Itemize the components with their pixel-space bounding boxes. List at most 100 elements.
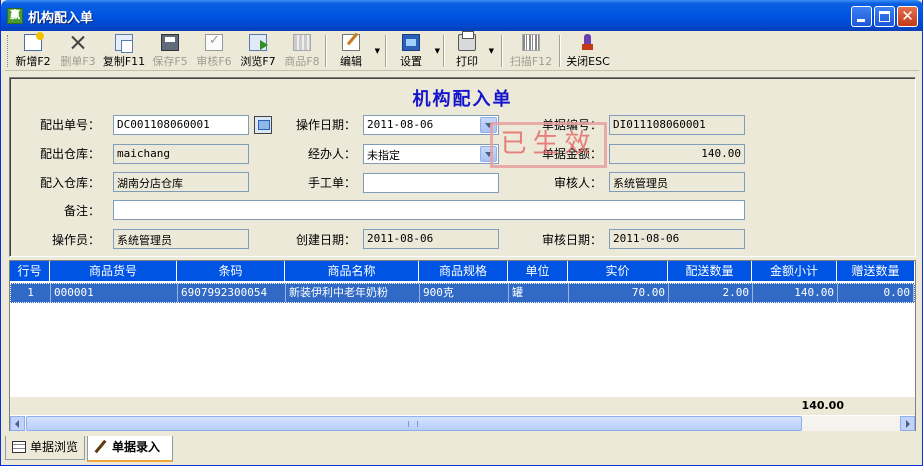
col-header-spec[interactable]: 商品规格	[419, 261, 508, 281]
audit-button[interactable]: 审核F6	[193, 33, 235, 69]
copy-button[interactable]: 复制F11	[101, 33, 147, 69]
col-header-barcode[interactable]: 条码	[177, 261, 285, 281]
bottom-tabs: 单据浏览 单据录入	[5, 436, 919, 462]
title-bar[interactable]: 赢 机构配入单 ✕	[1, 0, 923, 31]
browse-button[interactable]: 浏览F7	[237, 33, 279, 69]
tab-doc-browse-label: 单据浏览	[30, 440, 79, 454]
op-date-value: 2011-08-06	[367, 118, 434, 131]
table-icon	[12, 441, 26, 453]
tab-doc-entry[interactable]: 单据录入	[87, 436, 173, 462]
auditor-label: 审核人：	[553, 176, 602, 190]
tab-doc-browse[interactable]: 单据浏览	[5, 436, 85, 460]
save-button[interactable]: 保存F5	[149, 33, 191, 69]
toolbar-separator	[443, 35, 445, 67]
print-label: 打印	[456, 55, 478, 68]
horizontal-scrollbar[interactable]	[10, 416, 915, 431]
op-date-label: 操作日期：	[295, 118, 356, 132]
edit-button[interactable]: 编辑 ▼	[331, 33, 380, 69]
op-date-field[interactable]: 2011-08-06	[363, 115, 499, 135]
form-panel: 机构配入单 配出单号： DC001108060001 操作日期： 2011-08…	[9, 77, 916, 257]
print-icon	[458, 31, 476, 51]
col-header-price[interactable]: 实价	[568, 261, 668, 281]
print-button[interactable]: 打印 ▼	[449, 31, 494, 69]
audit-icon	[205, 33, 223, 51]
cell-subtotal: 140.00	[753, 284, 838, 302]
scroll-right-icon[interactable]	[900, 416, 915, 431]
toolbar-separator	[325, 35, 327, 67]
save-icon	[161, 34, 179, 51]
handler-value: 未指定	[367, 149, 400, 162]
cell-barcode: 6907992300054	[178, 284, 286, 302]
table-row[interactable]: 1 000001 6907992300054 新装伊利中老年奶粉 900克 罐 …	[10, 283, 915, 303]
grid-header: 行号 商品货号 条码 商品名称 商品规格 单位 实价 配送数量 金额小计 赠送数…	[10, 261, 915, 281]
manual-no-field[interactable]	[363, 173, 499, 193]
audit-date-field: 2011-08-06	[609, 229, 745, 249]
total-amount: 140.00	[801, 399, 844, 412]
operator-label: 操作员：	[51, 233, 100, 247]
scroll-left-icon[interactable]	[10, 416, 25, 431]
new-label: 新增F2	[15, 55, 51, 68]
audit-date-label: 审核日期：	[541, 233, 602, 247]
create-date-label: 创建日期：	[295, 233, 356, 247]
pick-order-button[interactable]	[254, 116, 272, 134]
settings-button[interactable]: 设置 ▼	[391, 33, 440, 69]
out-wh-field: maichang	[113, 144, 249, 164]
in-wh-label: 配入仓库：	[39, 176, 100, 190]
effective-stamp: 已生效	[490, 122, 607, 168]
pen-icon	[94, 441, 108, 453]
maximize-button[interactable]	[874, 6, 895, 27]
settings-icon	[402, 34, 420, 51]
col-header-subtotal[interactable]: 金额小计	[752, 261, 837, 281]
copy-icon	[115, 34, 133, 53]
new-button[interactable]: 新增F2	[13, 32, 53, 69]
edit-icon	[342, 34, 360, 51]
in-wh-field: 湖南分店仓库	[113, 172, 249, 192]
items-grid: 行号 商品货号 条码 商品名称 商品规格 单位 实价 配送数量 金额小计 赠送数…	[9, 260, 916, 431]
close-window-button[interactable]: ✕	[897, 6, 918, 27]
edit-dropdown-arrow-icon[interactable]: ▼	[375, 47, 380, 55]
scan-label: 扫描F12	[509, 55, 553, 68]
browse-icon	[249, 34, 268, 51]
cell-line-no: 1	[11, 284, 51, 302]
cell-item-code: 000001	[51, 284, 178, 302]
close-button[interactable]: 关闭ESC	[565, 33, 611, 69]
print-dropdown-arrow-icon[interactable]: ▼	[489, 47, 494, 55]
cell-spec: 900克	[420, 284, 509, 302]
toolbar-separator	[559, 35, 561, 67]
remark-field[interactable]	[113, 200, 745, 220]
tab-doc-entry-label: 单据录入	[112, 440, 161, 454]
col-header-line-no[interactable]: 行号	[10, 261, 50, 281]
scroll-thumb[interactable]	[26, 416, 802, 431]
toolbar: 新增F2 删单F3 复制F11 保存F5 审核F6 浏览F7 商品F8	[5, 31, 919, 71]
auditor-field: 系统管理员	[609, 172, 745, 192]
handler-select[interactable]: 未指定	[363, 144, 499, 164]
cell-qty: 2.00	[669, 284, 753, 302]
out-no-field[interactable]: DC001108060001	[113, 115, 249, 135]
col-header-qty[interactable]: 配送数量	[668, 261, 752, 281]
edit-label: 编辑	[340, 55, 362, 68]
form-title: 机构配入单	[412, 89, 513, 110]
toolbar-grip[interactable]	[7, 35, 10, 67]
col-header-unit[interactable]: 单位	[508, 261, 568, 281]
cell-gift-qty: 0.00	[838, 284, 914, 302]
col-header-product-name[interactable]: 商品名称	[285, 261, 419, 281]
minimize-button[interactable]	[851, 6, 872, 27]
goods-button[interactable]: 商品F8	[281, 33, 323, 69]
scan-button[interactable]: 扫描F12	[507, 33, 555, 69]
amount-field: 140.00	[609, 144, 745, 164]
col-header-item-code[interactable]: 商品货号	[50, 261, 177, 281]
delete-button[interactable]: 删单F3	[57, 33, 99, 69]
handler-label: 经办人：	[307, 147, 356, 161]
goods-label: 商品F8	[284, 55, 320, 68]
goods-icon	[293, 34, 311, 51]
cell-unit: 罐	[509, 284, 569, 302]
out-no-label: 配出单号：	[39, 118, 100, 132]
toolbar-separator	[385, 35, 387, 67]
new-icon	[24, 32, 44, 51]
save-label: 保存F5	[152, 55, 188, 68]
operator-field: 系统管理员	[113, 229, 249, 249]
settings-dropdown-arrow-icon[interactable]: ▼	[435, 47, 440, 55]
close-icon: ✕	[901, 7, 914, 25]
col-header-gift-qty[interactable]: 赠送数量	[837, 261, 915, 281]
browse-label: 浏览F7	[240, 55, 276, 68]
